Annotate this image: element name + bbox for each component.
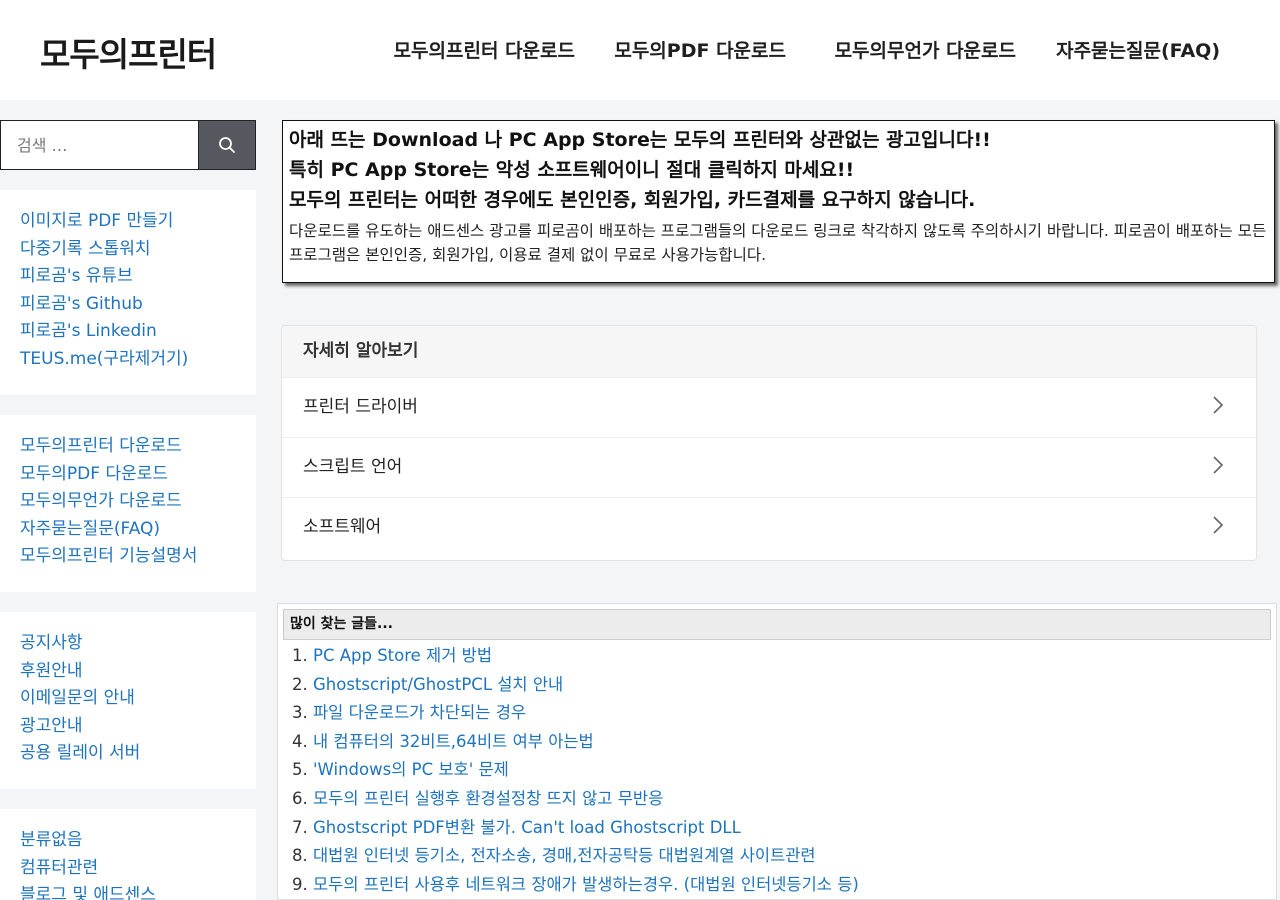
popular-post-link[interactable]: 모두의 프린터 사용후 네트워크 장애가 발생하는경우. (대법원 인터넷등기소… [313, 875, 859, 894]
list-item-number: 9. [292, 874, 308, 894]
popular-post-link[interactable]: 대법원 인터넷 등기소, 전자소송, 경매,전자공탁등 대법원계열 사이트관련 [313, 846, 816, 865]
search-button[interactable] [198, 120, 256, 170]
sidebar-link[interactable]: 컴퓨터관련 [20, 855, 236, 883]
sidebar-link[interactable]: 공지사항 [20, 630, 236, 658]
nav-item-faq[interactable]: 자주묻는질문(FAQ) [1056, 36, 1220, 63]
learn-more-item[interactable]: 프린터 드라이버 [282, 377, 1256, 437]
notice-line-3: 모두의 프린터는 어떠한 경우에도 본인인증, 회원가입, 카드결제를 요구하지… [289, 189, 976, 211]
sidebar-link[interactable]: 피로곰's 유튜브 [20, 263, 236, 291]
sidebar-link[interactable]: 모두의프린터 다운로드 [20, 433, 236, 461]
list-item: 5. 'Windows의 PC 보호' 문제 [292, 756, 859, 785]
sidebar-link[interactable]: 모두의PDF 다운로드 [20, 461, 236, 489]
list-item-number: 2. [292, 674, 308, 694]
list-item-number: 4. [292, 731, 308, 751]
nav-item-printer-download[interactable]: 모두의프린터 다운로드 [394, 36, 575, 63]
search-form [0, 120, 256, 170]
popular-post-link[interactable]: 모두의 프린터 실행후 환경설정창 뜨지 않고 무반응 [313, 789, 663, 808]
list-item-number: 1. [292, 646, 308, 665]
sidebar-link[interactable]: 모두의프린터 기능설명서 [20, 543, 236, 571]
learn-more-item[interactable]: 스크립트 언어 [282, 437, 1256, 497]
nav-item-something-download[interactable]: 모두의무언가 다운로드 [835, 36, 1016, 63]
chevron-right-icon [1213, 456, 1224, 474]
popular-post-link[interactable]: PC App Store 제거 방법 [313, 646, 492, 665]
notice-body: 다운로드를 유도하는 애드센스 광고를 피로곰이 배포하는 프로그램들의 다운로… [289, 222, 1267, 264]
sidebar-link[interactable]: 피로곰's Linkedin [20, 318, 236, 346]
sidebar-link[interactable]: 자주묻는질문(FAQ) [20, 516, 236, 544]
sidebar-link[interactable]: 이메일문의 안내 [20, 685, 236, 713]
sidebar-link[interactable]: TEUS.me(구라제거기) [20, 346, 236, 374]
sidebar-widget-downloads: 모두의프린터 다운로드 모두의PDF 다운로드 모두의무언가 다운로드 자주묻는… [0, 415, 256, 592]
list-item: 9. 모두의 프린터 사용후 네트워크 장애가 발생하는경우. (대법원 인터넷… [292, 871, 859, 900]
learn-more-item-label: 소프트웨어 [303, 517, 382, 537]
popular-posts-title: 많이 찾는 글들... [283, 609, 1271, 640]
learn-more-item-label: 스크립트 언어 [303, 457, 403, 477]
list-item-number: 3. [292, 703, 308, 723]
list-item: 8. 대법원 인터넷 등기소, 전자소송, 경매,전자공탁등 대법원계열 사이트… [292, 842, 859, 871]
popular-posts: 많이 찾는 글들... 1. PC App Store 제거 방법 2. Gho… [277, 603, 1277, 900]
list-item-number: 8. [292, 846, 308, 866]
site-header: 모두의프린터 모두의프린터 다운로드 모두의PDF 다운로드 모두의무언가 다운… [0, 0, 1280, 100]
popular-post-link[interactable]: 파일 다운로드가 차단되는 경우 [313, 703, 526, 722]
list-item: 7. Ghostscript PDF변환 불가. Can't load Ghos… [292, 814, 859, 843]
sidebar-link[interactable]: 공용 릴레이 서버 [20, 740, 236, 768]
list-item-number: 6. [292, 788, 308, 808]
chevron-right-icon [1213, 396, 1224, 414]
list-item-number: 5. [292, 760, 308, 780]
learn-more-title: 자세히 알아보기 [282, 326, 1256, 377]
sidebar-link[interactable]: 피로곰's Github [20, 291, 236, 319]
list-item: 1. PC App Store 제거 방법 [292, 642, 859, 671]
list-item-number: 7. [292, 817, 308, 837]
list-item: 4. 내 컴퓨터의 32비트,64비트 여부 아는법 [292, 728, 859, 757]
chevron-right-icon [1213, 516, 1224, 534]
site-logo[interactable]: 모두의프린터 [40, 28, 217, 76]
search-icon [219, 137, 235, 153]
sidebar-link[interactable]: 광고안내 [20, 713, 236, 741]
sidebar-link[interactable]: 블로그 및 애드센스 [20, 882, 236, 900]
sidebar-widget-links: 이미지로 PDF 만들기 다중기록 스톱워치 피로곰's 유튜브 피로곰's G… [0, 190, 256, 395]
sidebar-widget-categories: 분류없음 컴퓨터관련 블로그 및 애드센스 [0, 809, 256, 900]
list-item: 6. 모두의 프린터 실행후 환경설정창 뜨지 않고 무반응 [292, 785, 859, 814]
popular-post-link[interactable]: 'Windows의 PC 보호' 문제 [313, 760, 509, 779]
learn-more-item[interactable]: 소프트웨어 [282, 497, 1256, 557]
ad-warning-notice: 아래 뜨는 Download 나 PC App Store는 모두의 프린터와 … [282, 120, 1275, 283]
learn-more-item-label: 프린터 드라이버 [303, 397, 418, 417]
popular-post-link[interactable]: Ghostscript PDF변환 불가. Can't load Ghostsc… [313, 818, 741, 837]
search-input[interactable] [0, 120, 198, 170]
list-item: 3. 파일 다운로드가 차단되는 경우 [292, 699, 859, 728]
learn-more-panel: 자세히 알아보기 프린터 드라이버 스크립트 언어 소프트웨어 [281, 325, 1257, 561]
sidebar-widget-info: 공지사항 후원안내 이메일문의 안내 광고안내 공용 릴레이 서버 [0, 612, 256, 789]
sidebar-link[interactable]: 후원안내 [20, 658, 236, 686]
sidebar-link[interactable]: 이미지로 PDF 만들기 [20, 208, 236, 236]
nav-item-pdf-download[interactable]: 모두의PDF 다운로드 [614, 36, 786, 63]
sidebar-link[interactable]: 모두의무언가 다운로드 [20, 488, 236, 516]
sidebar-link[interactable]: 다중기록 스톱워치 [20, 236, 236, 264]
notice-line-1: 아래 뜨는 Download 나 PC App Store는 모두의 프린터와 … [289, 129, 991, 151]
popular-post-link[interactable]: 내 컴퓨터의 32비트,64비트 여부 아는법 [313, 732, 594, 751]
popular-posts-list: 1. PC App Store 제거 방법 2. Ghostscript/Gho… [292, 642, 859, 899]
list-item: 2. Ghostscript/GhostPCL 설치 안내 [292, 671, 859, 700]
sidebar-link[interactable]: 분류없음 [20, 827, 236, 855]
notice-line-2: 특히 PC App Store는 악성 소프트웨어이니 절대 클릭하지 마세요!… [289, 159, 855, 181]
popular-post-link[interactable]: Ghostscript/GhostPCL 설치 안내 [313, 675, 563, 694]
